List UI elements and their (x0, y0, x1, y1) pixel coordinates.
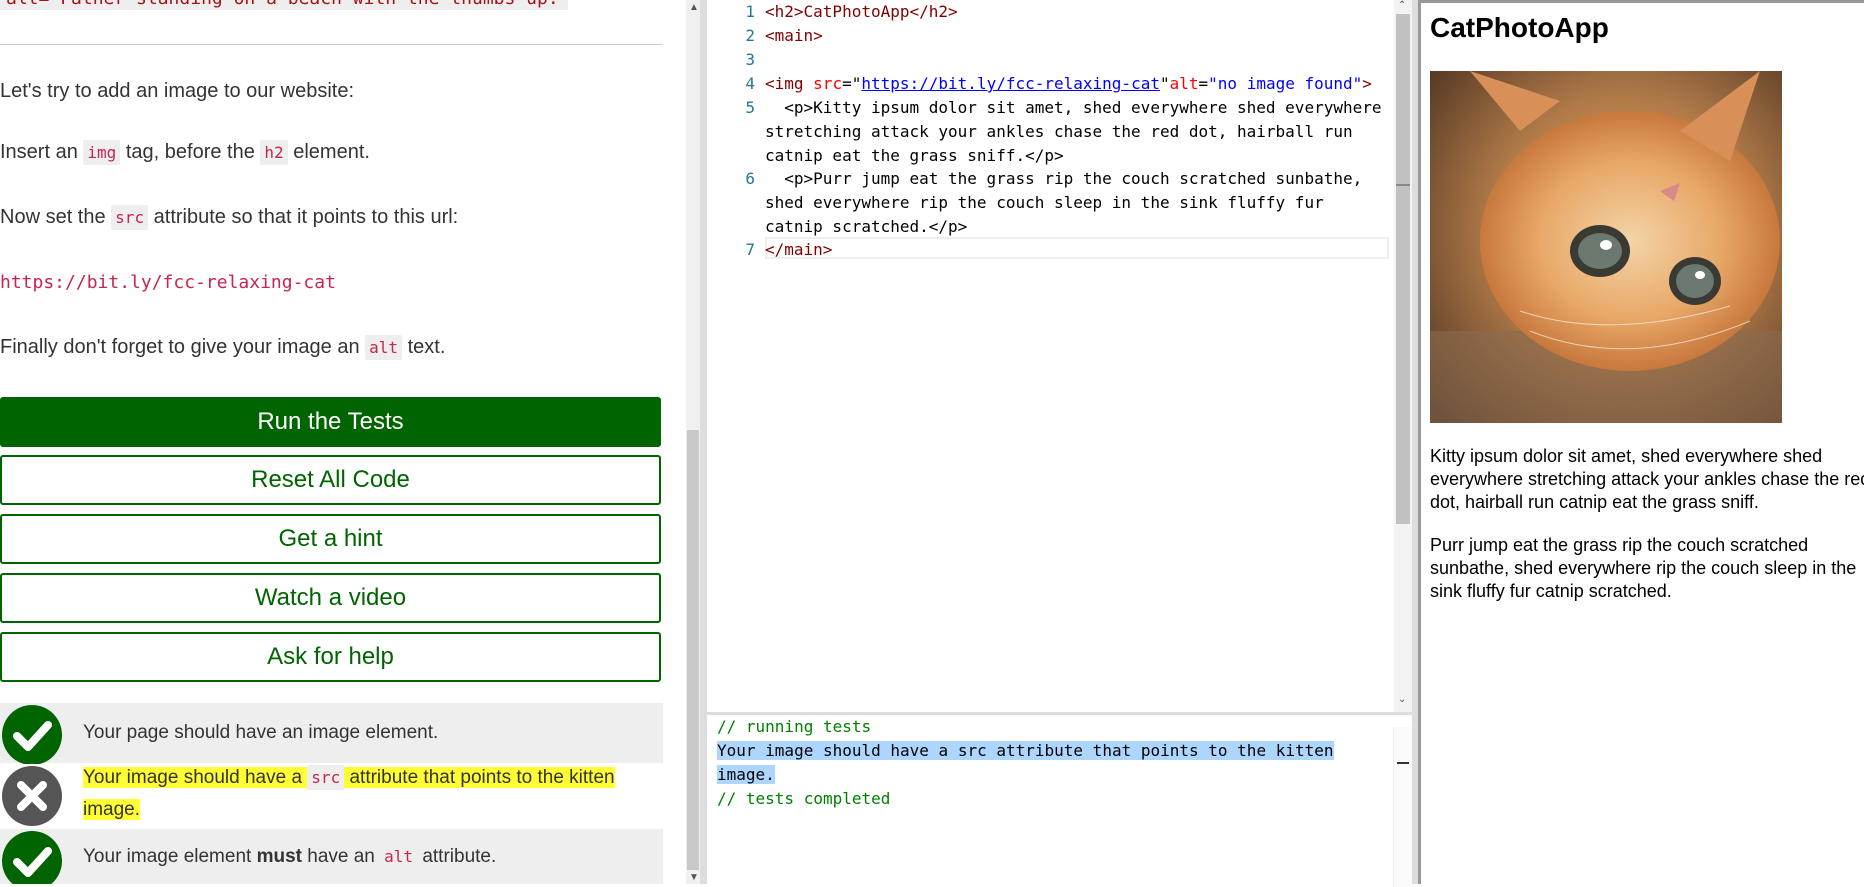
editor-scrollbar[interactable]: ⌃ ⌄ (1394, 0, 1412, 712)
inline-code-h2: h2 (260, 140, 288, 165)
scroll-down-icon[interactable]: ▼ (689, 872, 699, 883)
code-line[interactable]: stretching attack your ankles chase the … (765, 122, 1353, 141)
scrollbar-thumb[interactable] (687, 430, 699, 870)
get-hint-button[interactable]: Get a hint (0, 514, 661, 564)
preview-pane: CatPhotoApp Kitty ipsum dolor sit amet, … (1421, 0, 1864, 884)
pane-divider[interactable] (700, 0, 707, 884)
inline-code-src: src (111, 205, 149, 230)
scroll-down-icon[interactable]: ⌄ (1398, 694, 1406, 705)
code-line[interactable]: <main> (765, 26, 823, 45)
code-line[interactable]: <p>Kitty ipsum dolor sit amet, shed ever… (765, 98, 1381, 117)
instruction-insert-img: Insert an img tag, before the h2 element… (0, 140, 370, 165)
console-line: // tests completed (717, 789, 891, 808)
preview-heading: CatPhotoApp (1430, 12, 1609, 43)
line-number: 2 (745, 26, 755, 45)
run-tests-button[interactable]: Run the Tests (0, 397, 661, 447)
scroll-up-icon[interactable]: ⌃ (1398, 0, 1406, 11)
line-number: 3 (745, 50, 755, 69)
preview-paragraph: Kitty ipsum dolor sit amet, shed everywh… (1430, 446, 1864, 512)
current-line-highlight (765, 237, 1389, 259)
code-line[interactable]: </main> (765, 240, 832, 259)
reset-code-button[interactable]: Reset All Code (0, 455, 661, 505)
inline-code-alt: alt (365, 335, 403, 360)
watch-video-button[interactable]: Watch a video (0, 573, 661, 623)
code-line[interactable]: shed everywhere rip the couch sleep in t… (765, 193, 1324, 212)
check-icon (2, 831, 62, 884)
console-line: image. (717, 765, 775, 784)
instruction-alt: Finally don't forget to give your image … (0, 335, 446, 360)
line-number: 5 (745, 98, 755, 117)
console-line: Your image should have a src attribute t… (717, 741, 1334, 760)
divider (0, 44, 663, 45)
target-url: https://bit.ly/fcc-relaxing-cat (0, 272, 336, 293)
code-line[interactable]: <h2>CatPhotoApp</h2> (765, 2, 958, 21)
line-number: 1 (745, 2, 755, 21)
test-console: // running tests Your image should have … (707, 712, 1412, 887)
cat-image (1430, 71, 1782, 423)
line-number: 6 (745, 169, 755, 188)
instructions-scrollbar[interactable]: ▲ ▼ (686, 0, 700, 884)
ask-help-button[interactable]: Ask for help (0, 632, 661, 682)
instructions-pane: alt="Father standing on a beach with the… (0, 0, 686, 884)
code-line[interactable]: catnip scratched.</p> (765, 217, 967, 236)
test-result-pass: Your image element must have an alt attr… (0, 829, 663, 884)
code-line[interactable]: <p>Purr jump eat the grass rip the couch… (765, 169, 1362, 188)
preview-paragraph: Purr jump eat the grass rip the couch sc… (1430, 535, 1857, 601)
line-number: 7 (745, 240, 755, 259)
console-line: // running tests (717, 717, 872, 736)
check-icon (2, 705, 62, 765)
line-number: 4 (745, 74, 755, 93)
instruction-intro: Let's try to add an image to our website… (0, 80, 355, 102)
code-editor[interactable]: 1 2 3 4 5 6 7 <h2>CatPhotoApp</h2> <main… (707, 0, 1395, 712)
code-line[interactable]: <img src="https://bit.ly/fcc-relaxing-ca… (765, 74, 1372, 93)
console-scrollbar[interactable] (1393, 727, 1412, 887)
scroll-up-icon[interactable]: ▲ (689, 2, 699, 13)
close-icon (2, 766, 62, 826)
test-result-fail: Your image should have a src attribute t… (0, 764, 663, 828)
inline-code-img: img (83, 140, 121, 165)
scrollbar-thumb[interactable] (1396, 14, 1410, 524)
test-result-pass: Your page should have an image element. (0, 703, 663, 765)
code-snippet: alt="Father standing on a beach with the… (0, 0, 568, 10)
instruction-set-src: Now set the src attribute so that it poi… (0, 205, 459, 230)
code-line[interactable]: catnip eat the grass sniff.</p> (765, 146, 1064, 165)
